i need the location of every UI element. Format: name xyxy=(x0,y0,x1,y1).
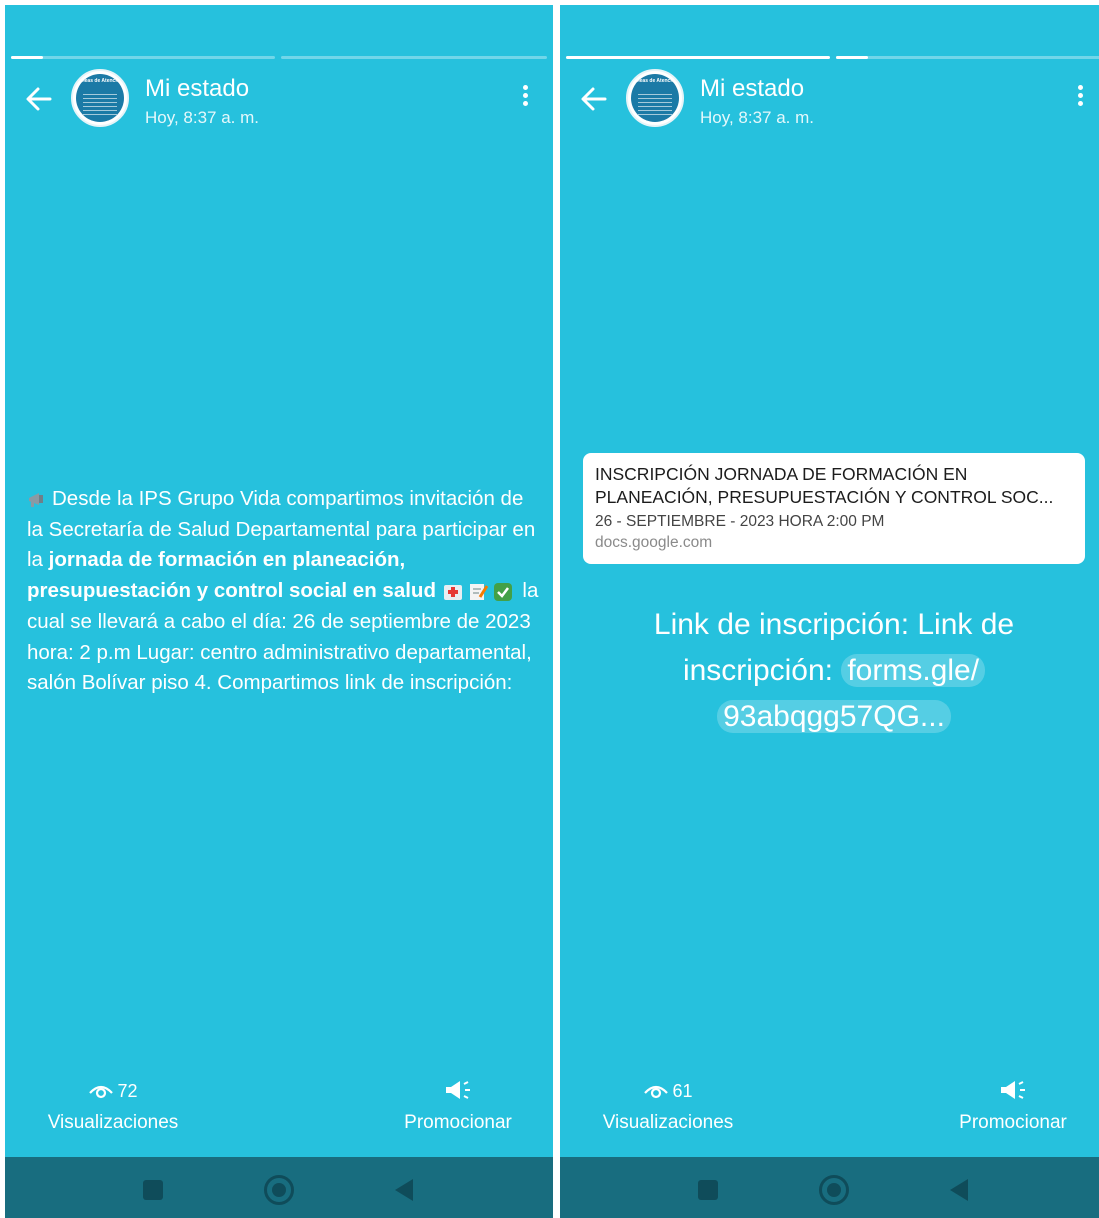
avatar-image: Líneas de Atención xyxy=(631,74,679,122)
progress-segment-1 xyxy=(566,56,830,59)
memo-icon xyxy=(469,583,488,600)
more-vertical-icon xyxy=(519,85,531,106)
page-title: Mi estado xyxy=(145,75,250,102)
system-nav-bar xyxy=(5,1157,553,1218)
eye-icon xyxy=(89,1085,114,1099)
views-label: Visualizaciones xyxy=(602,1112,734,1133)
promote-button[interactable]: Promocionar xyxy=(393,1078,523,1134)
progress-segment-2 xyxy=(281,56,547,59)
story-progress xyxy=(11,56,547,59)
check-mark-icon xyxy=(493,582,512,601)
megaphone-icon xyxy=(446,1081,470,1099)
triangle-back-icon[interactable] xyxy=(395,1179,413,1201)
status-text: Desde la IPS Grupo Vida compartimos invi… xyxy=(27,484,539,699)
promote-label: Promocionar xyxy=(404,1112,512,1133)
link-url-part1[interactable]: forms.gle/ xyxy=(841,654,986,687)
link-card-domain: docs.google.com xyxy=(595,534,713,551)
status-text-bold: jornada de formación en planeación, pres… xyxy=(27,548,436,603)
square-icon[interactable] xyxy=(698,1180,718,1200)
avatar[interactable]: Líneas de Atención xyxy=(71,69,129,127)
avatar-image: Líneas de Atención xyxy=(76,74,124,122)
circle-icon[interactable] xyxy=(819,1175,849,1205)
link-card-title: INSCRIPCIÓN JORNADA DE FORMACIÓN EN PLAN… xyxy=(595,464,1054,507)
views-count: 72 xyxy=(117,1080,138,1101)
avatar-decor xyxy=(83,94,117,116)
circle-icon[interactable] xyxy=(264,1175,294,1205)
arrow-left-icon xyxy=(581,87,607,111)
status-timestamp: Hoy, 8:37 a. m. xyxy=(145,108,260,127)
link-card-description: 26 - SEPTIEMBRE - 2023 HORA 2:00 PM xyxy=(595,513,885,530)
status-text: Link de inscripción: Link de inscripción… xyxy=(620,602,1048,740)
megaphone-icon xyxy=(1001,1081,1025,1099)
progress-segment-1 xyxy=(11,56,275,59)
megaphone-icon xyxy=(29,492,43,507)
system-nav-bar xyxy=(560,1157,1099,1218)
avatar-decor xyxy=(638,94,672,116)
link-preview-card[interactable]: INSCRIPCIÓN JORNADA DE FORMACIÓN EN PLAN… xyxy=(583,453,1085,564)
views-count: 61 xyxy=(672,1080,693,1101)
avatar-logo-text: Líneas de Atención xyxy=(77,78,123,84)
avatar[interactable]: Líneas de Atención xyxy=(626,69,684,127)
arrow-left-icon xyxy=(26,87,52,111)
promote-button[interactable]: Promocionar xyxy=(948,1078,1078,1134)
link-url-part2[interactable]: 93abqgg57QG... xyxy=(717,700,951,733)
page-title: Mi estado xyxy=(700,75,805,102)
status-timestamp: Hoy, 8:37 a. m. xyxy=(700,108,815,127)
square-icon[interactable] xyxy=(143,1180,163,1200)
views-label: Visualizaciones xyxy=(47,1112,179,1133)
more-options-button[interactable] xyxy=(519,85,531,113)
hospital-icon xyxy=(443,584,462,600)
progress-fill xyxy=(11,56,43,59)
promote-label: Promocionar xyxy=(959,1112,1067,1133)
back-button[interactable] xyxy=(23,83,55,115)
views-button[interactable]: 72 Visualizaciones xyxy=(38,1078,188,1134)
back-button[interactable] xyxy=(578,83,610,115)
progress-segment-2 xyxy=(836,56,1099,59)
status-viewer-left: Líneas de Atención Mi estado Hoy, 8:37 a… xyxy=(5,5,553,1218)
status-viewer-right: Líneas de Atención Mi estado Hoy, 8:37 a… xyxy=(560,5,1099,1218)
story-progress xyxy=(566,56,1099,59)
views-button[interactable]: 61 Visualizaciones xyxy=(593,1078,743,1134)
triangle-back-icon[interactable] xyxy=(950,1179,968,1201)
more-options-button[interactable] xyxy=(1074,85,1086,113)
progress-fill xyxy=(836,56,868,59)
avatar-logo-text: Líneas de Atención xyxy=(632,78,678,84)
more-vertical-icon xyxy=(1074,85,1086,106)
eye-icon xyxy=(644,1085,669,1099)
